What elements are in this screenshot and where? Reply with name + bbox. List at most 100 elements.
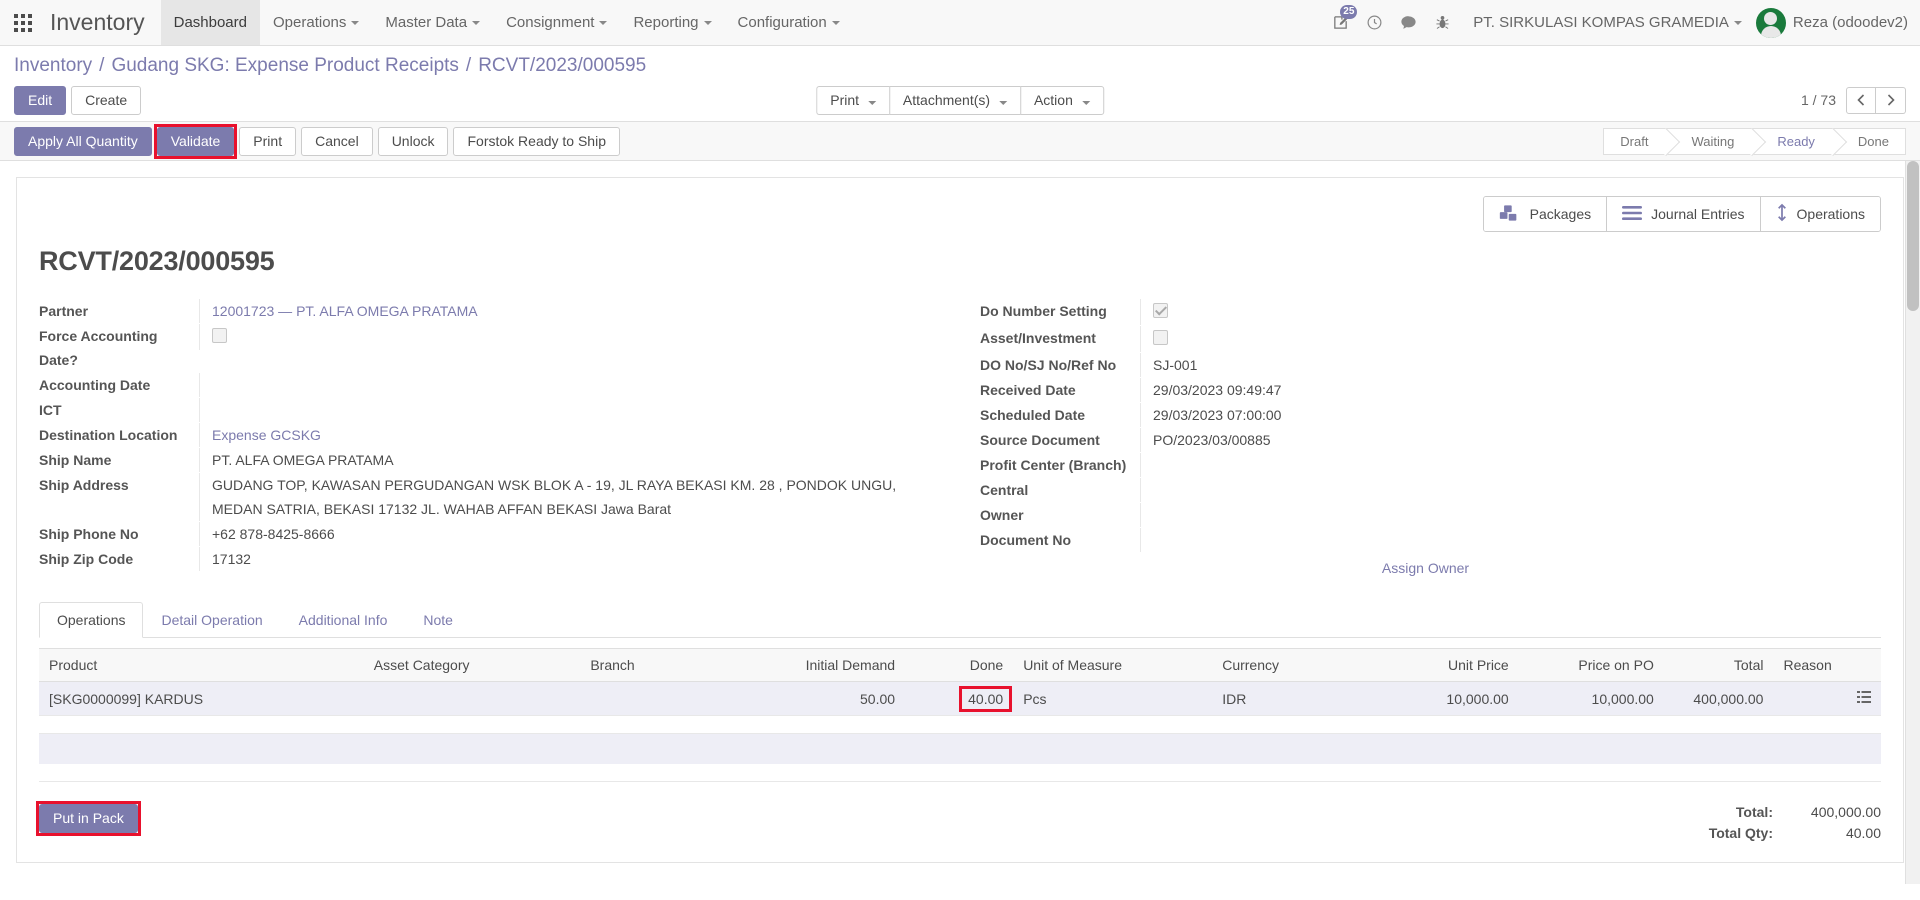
table-blank-cell bbox=[39, 715, 1881, 734]
cell-done[interactable]: 40.00 bbox=[905, 681, 1014, 716]
field-ict-value bbox=[199, 398, 930, 422]
cell-product[interactable]: [SKG0000099] KARDUS bbox=[39, 681, 364, 716]
force-accounting-date-checkbox[interactable] bbox=[212, 328, 227, 343]
menu-consignment-label: Consignment bbox=[506, 14, 595, 31]
table-row[interactable]: [SKG0000099] KARDUS 50.00 40.00 Pcs IDR … bbox=[39, 681, 1881, 716]
validate-button[interactable]: Validate bbox=[156, 126, 235, 156]
table-empty-row[interactable] bbox=[39, 733, 1881, 764]
menu-configuration[interactable]: Configuration bbox=[725, 0, 853, 45]
cell-reason[interactable] bbox=[1773, 681, 1847, 716]
asset-investment-checkbox[interactable] bbox=[1153, 330, 1168, 345]
field-ship-phone-no: Ship Phone No +62 878-8425-8666 bbox=[39, 522, 930, 546]
list-options-icon[interactable] bbox=[1856, 690, 1871, 707]
smart-button-journal-entries[interactable]: Journal Entries bbox=[1607, 197, 1761, 231]
edit-button[interactable]: Edit bbox=[14, 85, 67, 115]
sheet-top: Packages Journal Entries Operations bbox=[39, 196, 1881, 232]
activities-edit-note-icon[interactable]: 25 bbox=[1323, 0, 1358, 46]
avatar-body bbox=[1760, 25, 1781, 38]
cell-initial-demand[interactable]: 50.00 bbox=[741, 681, 906, 716]
tab-operations[interactable]: Operations bbox=[39, 602, 144, 638]
forstok-ready-to-ship-button[interactable]: Forstok Ready to Ship bbox=[453, 126, 620, 156]
field-partner-value[interactable]: 12001723 — PT. ALFA OMEGA PRATAMA bbox=[199, 299, 930, 323]
apply-all-quantity-button[interactable]: Apply All Quantity bbox=[14, 126, 152, 156]
cell-branch[interactable] bbox=[580, 681, 742, 716]
cell-price-on-po[interactable]: 10,000.00 bbox=[1518, 681, 1664, 716]
field-asset-investment-value bbox=[1140, 326, 1851, 352]
field-ship-address: Ship Address GUDANG TOP, KAWASAN PERGUDA… bbox=[39, 473, 930, 521]
cell-options[interactable] bbox=[1846, 681, 1881, 716]
field-ship-name-label: Ship Name bbox=[39, 452, 112, 468]
attachments-dropdown[interactable]: Attachment(s) bbox=[888, 85, 1020, 115]
breadcrumb-root[interactable]: Inventory bbox=[14, 55, 92, 77]
done-value-highlight[interactable]: 40.00 bbox=[959, 685, 1013, 712]
print-dropdown[interactable]: Print bbox=[816, 85, 889, 115]
chat-icon[interactable] bbox=[1391, 0, 1425, 46]
pager-previous-button[interactable] bbox=[1846, 86, 1876, 114]
field-owner: Owner bbox=[980, 503, 1851, 527]
vertical-scrollbar[interactable] bbox=[1905, 161, 1920, 884]
menu-master-data[interactable]: Master Data bbox=[372, 0, 493, 45]
smart-button-packages[interactable]: Packages bbox=[1483, 197, 1608, 231]
tab-additional-info[interactable]: Additional Info bbox=[281, 602, 406, 638]
user-menu[interactable]: Reza (odoodev2) bbox=[1793, 14, 1908, 31]
table-blank-cell bbox=[39, 763, 1881, 782]
tab-note[interactable]: Note bbox=[405, 602, 471, 638]
total-row: Total: 400,000.00 bbox=[1709, 804, 1881, 820]
main-menu: Dashboard Operations Master Data Consign… bbox=[160, 0, 853, 45]
smart-button-operations[interactable]: Operations bbox=[1760, 197, 1880, 231]
col-reason: Reason bbox=[1773, 648, 1847, 682]
table-empty-cell[interactable] bbox=[39, 733, 1881, 764]
menu-reporting[interactable]: Reporting bbox=[620, 0, 724, 45]
field-document-no: Document No bbox=[980, 528, 1851, 552]
status-step-draft[interactable]: Draft bbox=[1603, 127, 1667, 155]
cell-unit-price[interactable]: 10,000.00 bbox=[1374, 681, 1519, 716]
field-ship-zip-code-label: Ship Zip Code bbox=[39, 551, 134, 567]
scrollbar-thumb[interactable] bbox=[1907, 161, 1919, 311]
menu-dashboard[interactable]: Dashboard bbox=[160, 0, 260, 45]
print-button[interactable]: Print bbox=[239, 126, 297, 156]
cancel-button[interactable]: Cancel bbox=[301, 126, 373, 156]
assign-owner-link[interactable]: Assign Owner bbox=[980, 560, 1851, 576]
field-profit-center-branch: Profit Center (Branch) bbox=[980, 453, 1851, 477]
smart-button-journal-entries-label: Journal Entries bbox=[1651, 206, 1745, 222]
do-number-setting-checkbox[interactable] bbox=[1153, 303, 1168, 318]
col-options bbox=[1846, 648, 1881, 682]
total-qty-value: 40.00 bbox=[1845, 825, 1881, 841]
cell-unit-of-measure[interactable]: Pcs bbox=[1013, 681, 1213, 716]
col-total: Total bbox=[1663, 648, 1774, 682]
field-ict: ICT bbox=[39, 398, 930, 422]
company-selector[interactable]: PT. SIRKULASI KOMPAS GRAMEDIA bbox=[1459, 14, 1752, 31]
chevron-down-icon bbox=[1733, 20, 1742, 25]
table-footer: Put in Pack Total: 400,000.00 Total Qty:… bbox=[36, 801, 1881, 856]
put-in-pack-highlight: Put in Pack bbox=[36, 801, 141, 836]
unlock-button[interactable]: Unlock bbox=[377, 126, 449, 156]
field-ship-phone-no-value: +62 878-8425-8666 bbox=[199, 522, 930, 546]
field-ship-phone-no-label: Ship Phone No bbox=[39, 526, 139, 542]
user-avatar[interactable] bbox=[1755, 7, 1786, 38]
create-button[interactable]: Create bbox=[71, 85, 142, 115]
menu-master-data-label: Master Data bbox=[385, 14, 468, 31]
chevron-down-icon bbox=[831, 20, 840, 25]
menu-operations[interactable]: Operations bbox=[260, 0, 372, 45]
breadcrumb: Inventory / Gudang SKG: Expense Product … bbox=[14, 46, 1906, 79]
bug-icon[interactable] bbox=[1425, 0, 1459, 46]
menu-consignment[interactable]: Consignment bbox=[493, 0, 620, 45]
action-dropdown[interactable]: Action bbox=[1019, 85, 1104, 115]
tab-detail-operation[interactable]: Detail Operation bbox=[143, 602, 280, 638]
field-destination-location-value[interactable]: Expense GCSKG bbox=[199, 423, 930, 447]
field-accounting-date: Accounting Date bbox=[39, 373, 930, 397]
cell-asset-category[interactable] bbox=[363, 681, 581, 716]
cell-total[interactable]: 400,000.00 bbox=[1663, 681, 1774, 716]
breadcrumb-parent[interactable]: Gudang SKG: Expense Product Receipts bbox=[111, 55, 458, 77]
clock-icon[interactable] bbox=[1357, 0, 1391, 46]
pager-next-button[interactable] bbox=[1876, 86, 1906, 114]
cell-currency[interactable]: IDR bbox=[1212, 681, 1375, 716]
menu-configuration-label: Configuration bbox=[737, 14, 827, 31]
operations-lines-table: Product Asset Category Branch Initial De… bbox=[39, 648, 1881, 782]
app-brand-inventory[interactable]: Inventory bbox=[46, 0, 161, 45]
validate-button-highlight: Validate bbox=[153, 123, 238, 159]
up-down-arrow-icon bbox=[1776, 203, 1788, 225]
apps-menu-toggle[interactable] bbox=[0, 0, 46, 45]
field-accounting-date-label: Accounting Date bbox=[39, 377, 151, 393]
put-in-pack-button[interactable]: Put in Pack bbox=[39, 804, 138, 833]
